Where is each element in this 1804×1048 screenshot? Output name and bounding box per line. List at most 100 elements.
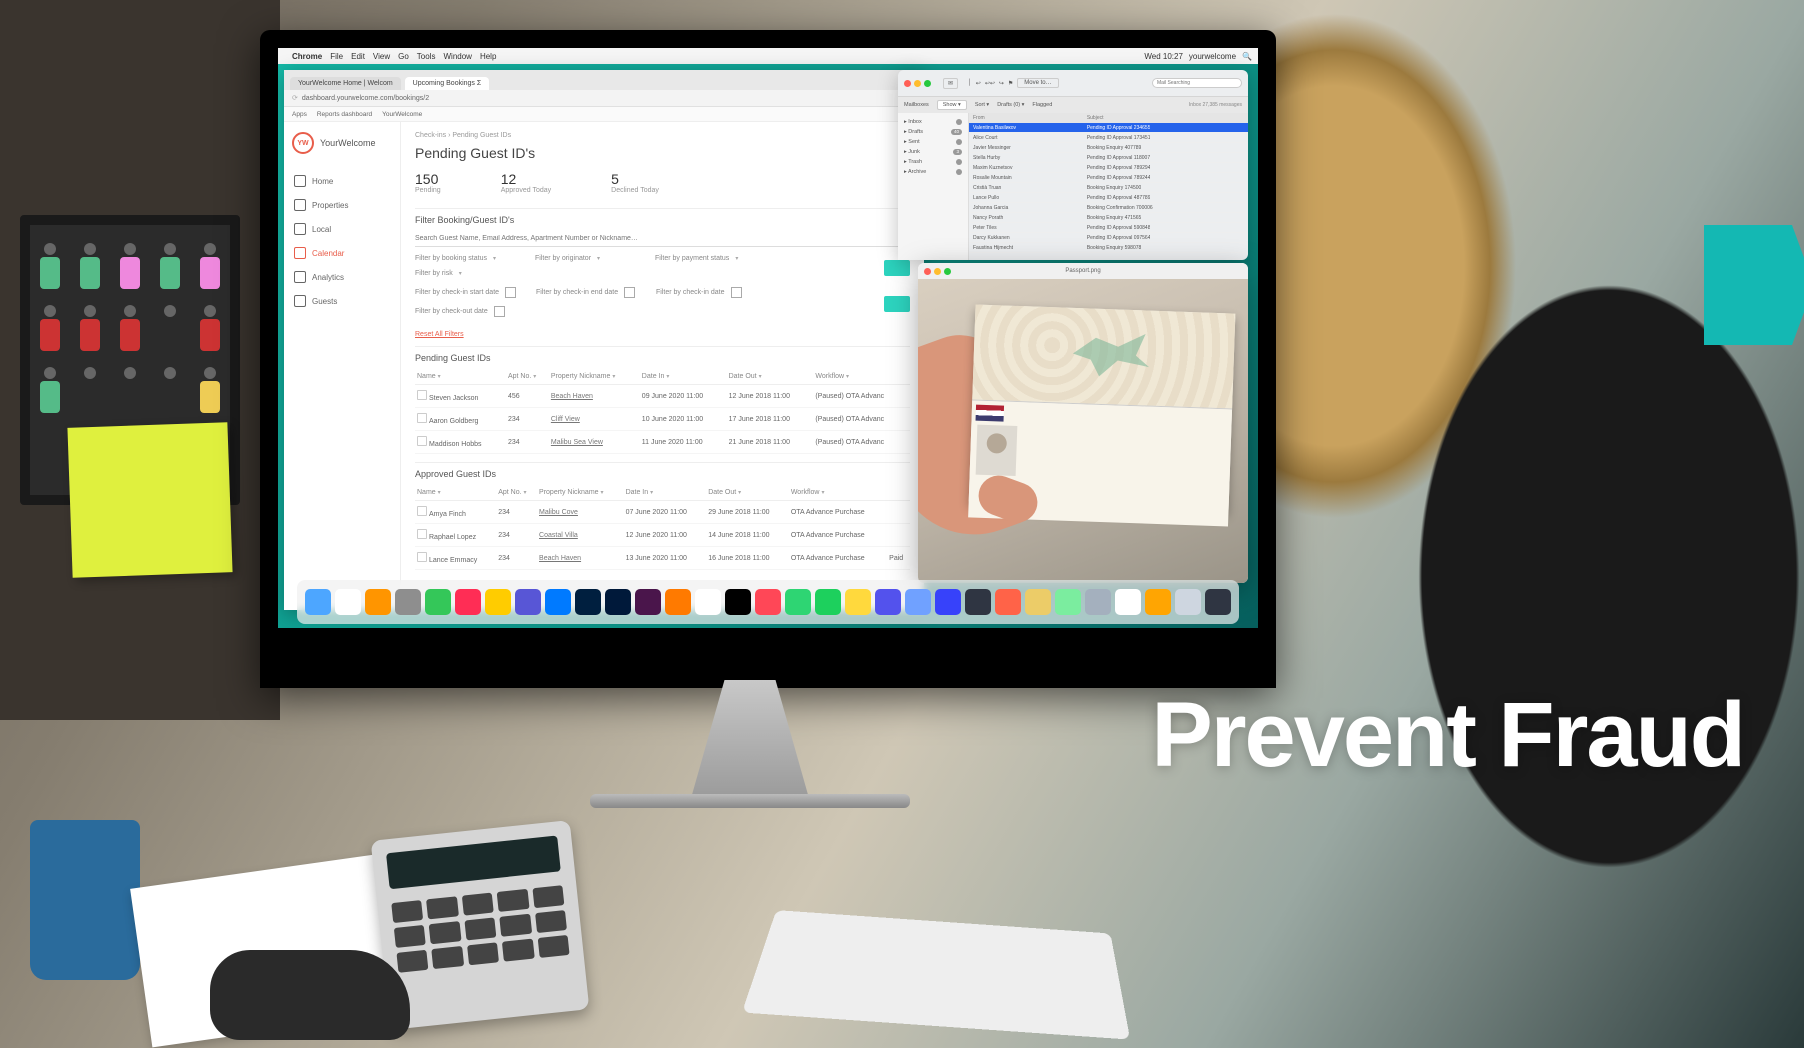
dock-app-icon[interactable] — [1205, 589, 1231, 615]
table-row[interactable]: Aaron Goldberg234Cliff View10 June 2020 … — [415, 408, 910, 431]
mailbox-item[interactable]: ▸ Junk3 — [902, 147, 964, 157]
table-col-header[interactable]: Date Out ▾ — [727, 369, 814, 385]
bookmark-item[interactable]: YourWelcome — [382, 111, 422, 118]
close-icon[interactable] — [924, 268, 931, 275]
minimize-icon[interactable] — [934, 268, 941, 275]
mail-message-row[interactable]: Javier MessingerBooking Enquiry 407789 — [969, 143, 1248, 153]
dock-app-icon[interactable] — [1025, 589, 1051, 615]
mail-message-row[interactable]: Nancy PorathBooking Enquiry 471565 — [969, 213, 1248, 223]
filter-select[interactable]: Filter by risk▾ — [415, 270, 515, 277]
dock-app-icon[interactable] — [455, 589, 481, 615]
sidebar-item-calendar[interactable]: Calendar — [292, 242, 392, 264]
mailbox-item[interactable]: ▸ Sent — [902, 137, 964, 147]
dock-app-icon[interactable] — [515, 589, 541, 615]
minimize-icon[interactable] — [914, 80, 921, 87]
table-col-header[interactable]: Workflow ▾ — [813, 369, 910, 385]
browser-tab-active[interactable]: Upcoming Bookings Σ — [405, 77, 490, 90]
bookmark-item[interactable]: Apps — [292, 111, 307, 118]
table-col-header[interactable]: Apt No. ▾ — [496, 485, 537, 501]
property-link[interactable]: Beach Haven — [549, 385, 640, 408]
sidebar-item-local[interactable]: Local — [292, 218, 392, 240]
table-row[interactable]: Lance Emmacy234Beach Haven13 June 2020 1… — [415, 547, 910, 570]
sidebar-item-analytics[interactable]: Analytics — [292, 266, 392, 288]
menubar-item[interactable]: Go — [398, 52, 409, 61]
table-col-header[interactable] — [887, 485, 910, 501]
dock-app-icon[interactable] — [755, 589, 781, 615]
mail-message-row[interactable]: Rosalie MountainPending ID Approval 7892… — [969, 173, 1248, 183]
sidebar-item-properties[interactable]: Properties — [292, 194, 392, 216]
mailbox-item[interactable]: ▸ Inbox — [902, 117, 964, 127]
reset-filters-link[interactable]: Reset All Filters — [415, 331, 464, 338]
filter-select[interactable]: Filter by check-in start date — [415, 287, 516, 298]
table-col-header[interactable]: Property Nickname ▾ — [549, 369, 640, 385]
dock-app-icon[interactable] — [1055, 589, 1081, 615]
dock-app-icon[interactable] — [605, 589, 631, 615]
mail-message-row[interactable]: Lance PulloPending ID Approval 487789 — [969, 193, 1248, 203]
menubar-item[interactable]: Tools — [417, 52, 436, 61]
zoom-icon[interactable] — [924, 80, 931, 87]
get-mail-button[interactable]: ✉ — [943, 78, 958, 89]
mail-col-from[interactable]: From — [973, 115, 1087, 121]
dock-app-icon[interactable] — [395, 589, 421, 615]
filter-select[interactable]: Filter by booking status▾ — [415, 255, 515, 262]
reply-all-button[interactable]: ↩↩ — [985, 80, 995, 87]
filter-select[interactable]: Filter by payment status▾ — [655, 255, 755, 262]
dock-app-icon[interactable] — [935, 589, 961, 615]
sidebar-item-home[interactable]: Home — [292, 170, 392, 192]
mail-message-row[interactable]: Maxim KuznetsovPending ID Approval 78929… — [969, 163, 1248, 173]
filter-select[interactable]: Filter by originator▾ — [535, 255, 635, 262]
mail-flagged-button[interactable]: Flagged — [1032, 102, 1052, 108]
sidebar-item-guests[interactable]: Guests — [292, 290, 392, 312]
dock-app-icon[interactable] — [365, 589, 391, 615]
dock-app-icon[interactable] — [1085, 589, 1111, 615]
menubar-user[interactable]: 🔍 — [1242, 52, 1252, 61]
table-col-header[interactable]: Date In ▾ — [624, 485, 707, 501]
dock-app-icon[interactable] — [725, 589, 751, 615]
mail-show-button[interactable]: Show ▾ — [937, 100, 967, 110]
dock-app-icon[interactable] — [785, 589, 811, 615]
filter-select[interactable]: Filter by check-in date — [656, 287, 756, 298]
menubar-clock[interactable]: yourwelcome — [1189, 52, 1236, 61]
mail-message-row[interactable]: Johanna GarciaBooking Confirmation 70000… — [969, 203, 1248, 213]
table-row[interactable]: Steven Jackson456Beach Haven09 June 2020… — [415, 385, 910, 408]
mail-search-input[interactable] — [1152, 78, 1242, 88]
dock-app-icon[interactable] — [995, 589, 1021, 615]
table-col-header[interactable]: Name ▾ — [415, 369, 506, 385]
filter-apply-button[interactable] — [884, 296, 910, 312]
property-link[interactable]: Cliff View — [549, 408, 640, 431]
dock-app-icon[interactable] — [965, 589, 991, 615]
flag-button[interactable]: ⚑ — [1008, 80, 1013, 87]
mail-message-row[interactable]: Faustina HijmechtBooking Enquiry 598078 — [969, 243, 1248, 253]
reply-button[interactable]: ↩ — [976, 80, 981, 87]
mail-message-row[interactable]: Valentina BasilикоvPending ID Approval 2… — [969, 123, 1248, 133]
mail-message-row[interactable]: Darcy KukkanenPending ID Approval 097564 — [969, 233, 1248, 243]
table-col-header[interactable]: Name ▾ — [415, 485, 496, 501]
address-bar[interactable]: ⟳ dashboard.yourwelcome.com/bookings/2 — [284, 90, 924, 107]
dock-app-icon[interactable] — [485, 589, 511, 615]
mail-message-row[interactable]: Alice CourtPending ID Approval 173451 — [969, 133, 1248, 143]
table-col-header[interactable]: Apt No. ▾ — [506, 369, 549, 385]
mail-col-subject[interactable]: Subject — [1087, 115, 1104, 121]
filter-select[interactable]: Filter by check-out date — [415, 306, 515, 317]
mailbox-item[interactable]: ▸ Trash — [902, 157, 964, 167]
dock-app-icon[interactable] — [305, 589, 331, 615]
dock-app-icon[interactable] — [875, 589, 901, 615]
table-col-header[interactable]: Date Out ▾ — [706, 485, 789, 501]
mail-message-row[interactable]: Cristià TruanBooking Enquiry 174500 — [969, 183, 1248, 193]
dock-app-icon[interactable] — [665, 589, 691, 615]
menubar-status[interactable]: Wed 10:27 — [1144, 52, 1183, 61]
dock-app-icon[interactable] — [635, 589, 661, 615]
dock-app-icon[interactable] — [1175, 589, 1201, 615]
dock-app-icon[interactable] — [1115, 589, 1141, 615]
dock-app-icon[interactable] — [845, 589, 871, 615]
bookmark-item[interactable]: Reports dashboard — [317, 111, 372, 118]
menubar-app-name[interactable]: Chrome — [292, 52, 322, 61]
menubar-item[interactable]: File — [330, 52, 343, 61]
table-row[interactable]: Maddison Hobbs234Malibu Sea View11 June … — [415, 431, 910, 454]
mail-sort-button[interactable]: Sort ▾ — [975, 102, 989, 108]
menubar-item[interactable]: Window — [443, 52, 471, 61]
dock-app-icon[interactable] — [905, 589, 931, 615]
dock-app-icon[interactable] — [695, 589, 721, 615]
property-link[interactable]: Malibu Cove — [537, 501, 624, 524]
mail-message-row[interactable]: Peter TilesPending ID Approval 590848 — [969, 223, 1248, 233]
